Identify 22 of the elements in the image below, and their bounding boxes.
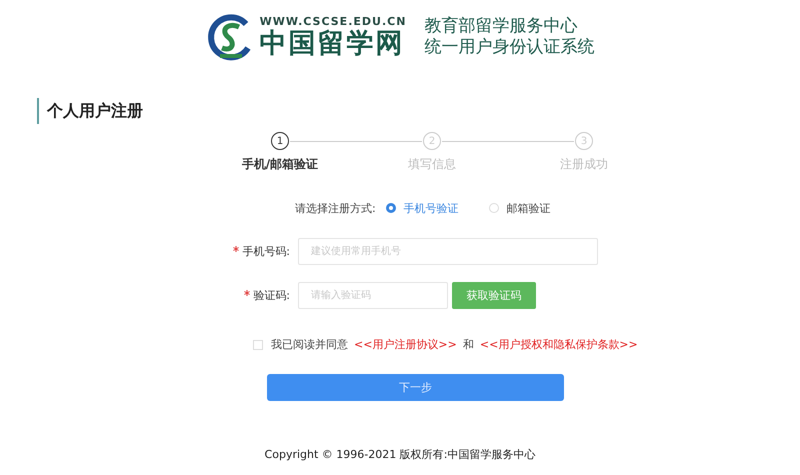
get-code-button[interactable]: 获取验证码 (452, 282, 536, 309)
step-label: 手机/邮箱验证 (242, 156, 318, 173)
conjunction-text: 和 (462, 337, 474, 352)
method-label: 请选择注册方式: (295, 200, 376, 216)
field-label: 验证码: (253, 288, 290, 303)
agreement-text: 我已阅读并同意 (271, 337, 348, 352)
copyright-text: Copyright © 1996-2021 版权所有:中国留学服务中心 (264, 448, 536, 461)
page-title: 个人用户注册 (37, 98, 143, 124)
checkbox[interactable] (253, 340, 263, 350)
radio-option[interactable]: 手机号验证 (386, 200, 459, 216)
field-label: 手机号码: (242, 244, 290, 259)
agreement-link[interactable]: <<用户注册协议>> (354, 337, 457, 352)
site-url: WWW.CSCSE.EDU.CN (260, 14, 406, 28)
step-number: 1 (271, 132, 289, 150)
radio-option[interactable]: 邮箱验证 (488, 200, 551, 216)
next-button[interactable]: 下一步 (267, 374, 564, 401)
privacy-link[interactable]: <<用户授权和隐私保护条款>> (480, 337, 638, 352)
step-label: 填写信息 (408, 156, 456, 173)
system-title: 统一用户身份认证系统 (424, 37, 594, 58)
step-label: 注册成功 (560, 156, 608, 173)
site-name: 中国留学网 (260, 28, 406, 60)
system-title: 教育部留学服务中心 (424, 16, 578, 37)
